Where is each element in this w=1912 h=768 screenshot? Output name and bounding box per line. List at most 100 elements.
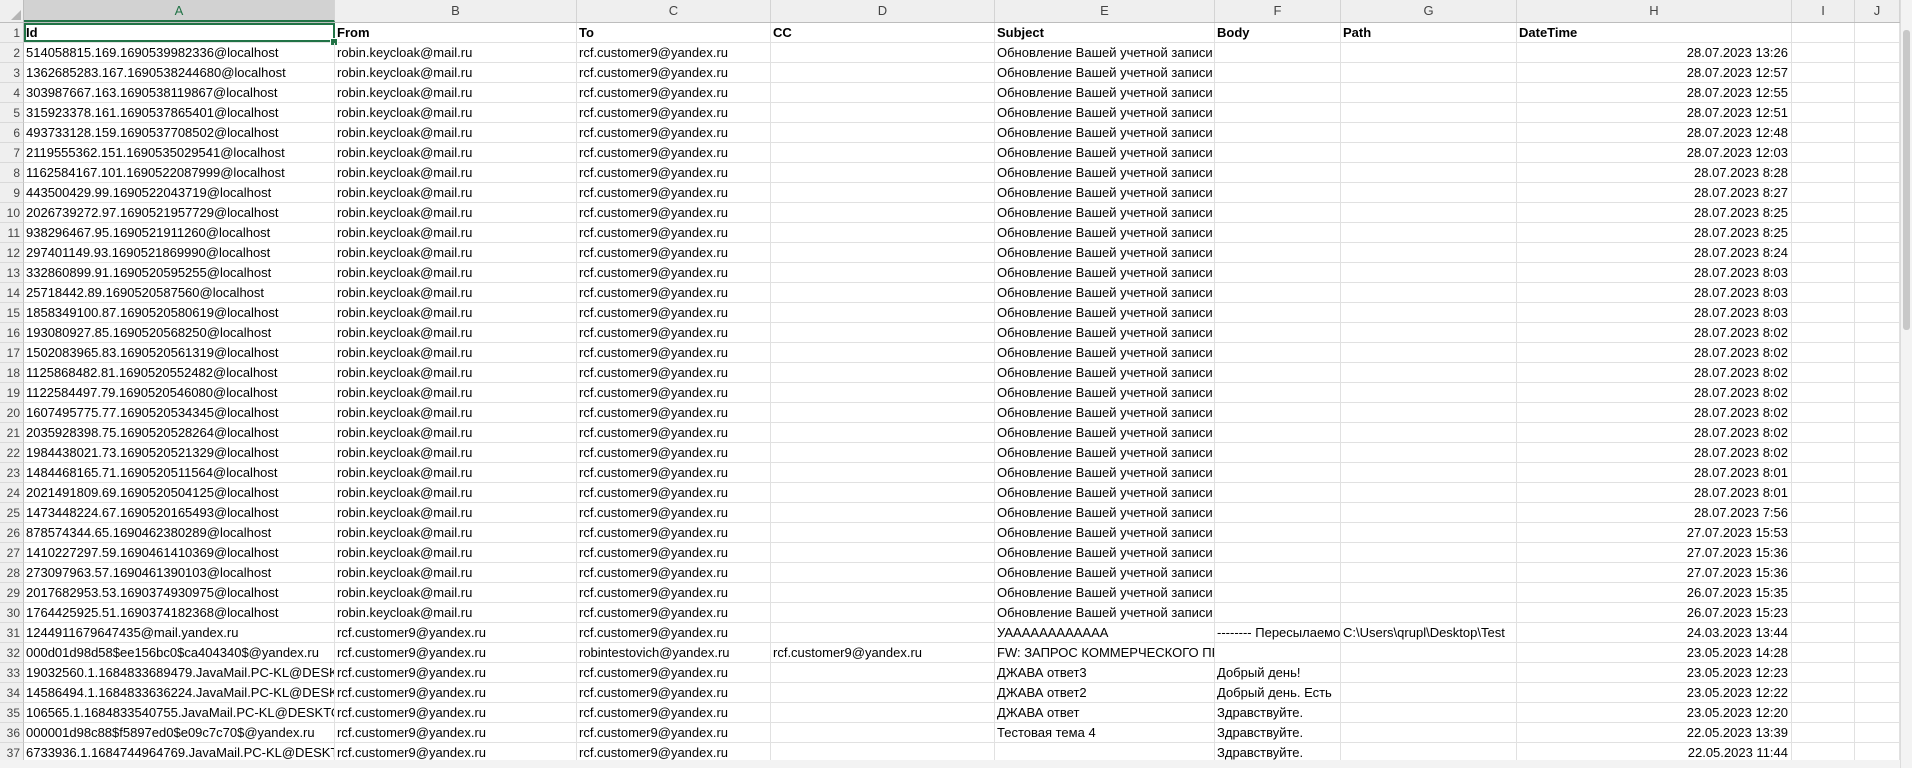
cell-a13[interactable]: 332860899.91.1690520595255@localhost — [24, 263, 335, 282]
cell-f33[interactable]: Добрый день! — [1215, 663, 1341, 682]
column-header-a[interactable]: A — [24, 0, 335, 22]
cell-c5[interactable]: rcf.customer9@yandex.ru — [577, 103, 771, 122]
row-header-26[interactable]: 26 — [0, 523, 24, 543]
cell-e18[interactable]: Обновление Вашей учетной записи — [995, 363, 1215, 382]
cell-d12[interactable] — [771, 243, 995, 262]
cell-b19[interactable]: robin.keycloak@mail.ru — [335, 383, 577, 402]
cell-g8[interactable] — [1341, 163, 1517, 182]
cell-g26[interactable] — [1341, 523, 1517, 542]
cell-c18[interactable]: rcf.customer9@yandex.ru — [577, 363, 771, 382]
cell-f15[interactable] — [1215, 303, 1341, 322]
column-header-g[interactable]: G — [1341, 0, 1517, 22]
cell-i4[interactable] — [1792, 83, 1855, 102]
cell-c14[interactable]: rcf.customer9@yandex.ru — [577, 283, 771, 302]
cell-g10[interactable] — [1341, 203, 1517, 222]
cell-j13[interactable] — [1855, 263, 1900, 282]
row-header-13[interactable]: 13 — [0, 263, 24, 283]
cell-c13[interactable]: rcf.customer9@yandex.ru — [577, 263, 771, 282]
cell-j19[interactable] — [1855, 383, 1900, 402]
cell-a33[interactable]: 19032560.1.1684833689479.JavaMail.PC-KL@… — [24, 663, 335, 682]
cell-c26[interactable]: rcf.customer9@yandex.ru — [577, 523, 771, 542]
cell-d26[interactable] — [771, 523, 995, 542]
cell-b30[interactable]: robin.keycloak@mail.ru — [335, 603, 577, 622]
column-header-j[interactable]: J — [1855, 0, 1900, 22]
cell-g6[interactable] — [1341, 123, 1517, 142]
cell-f16[interactable] — [1215, 323, 1341, 342]
cell-c36[interactable]: rcf.customer9@yandex.ru — [577, 723, 771, 742]
cell-j11[interactable] — [1855, 223, 1900, 242]
cell-j17[interactable] — [1855, 343, 1900, 362]
cell-g25[interactable] — [1341, 503, 1517, 522]
cell-d35[interactable] — [771, 703, 995, 722]
cell-c9[interactable]: rcf.customer9@yandex.ru — [577, 183, 771, 202]
cell-c12[interactable]: rcf.customer9@yandex.ru — [577, 243, 771, 262]
cell-d25[interactable] — [771, 503, 995, 522]
cell-g21[interactable] — [1341, 423, 1517, 442]
cell-c31[interactable]: rcf.customer9@yandex.ru — [577, 623, 771, 642]
cell-a17[interactable]: 1502083965.83.1690520561319@localhost — [24, 343, 335, 362]
cell-e22[interactable]: Обновление Вашей учетной записи — [995, 443, 1215, 462]
cell-i18[interactable] — [1792, 363, 1855, 382]
cell-h27[interactable]: 27.07.2023 15:36 — [1517, 543, 1792, 562]
cell-e26[interactable]: Обновление Вашей учетной записи — [995, 523, 1215, 542]
cell-h9[interactable]: 28.07.2023 8:27 — [1517, 183, 1792, 202]
horizontal-scrollbar[interactable] — [0, 760, 1900, 768]
cell-d22[interactable] — [771, 443, 995, 462]
cell-j26[interactable] — [1855, 523, 1900, 542]
cell-b14[interactable]: robin.keycloak@mail.ru — [335, 283, 577, 302]
cell-c15[interactable]: rcf.customer9@yandex.ru — [577, 303, 771, 322]
cell-i11[interactable] — [1792, 223, 1855, 242]
cell-h11[interactable]: 28.07.2023 8:25 — [1517, 223, 1792, 242]
cell-c11[interactable]: rcf.customer9@yandex.ru — [577, 223, 771, 242]
cell-g18[interactable] — [1341, 363, 1517, 382]
cell-h30[interactable]: 26.07.2023 15:23 — [1517, 603, 1792, 622]
row-header-9[interactable]: 9 — [0, 183, 24, 203]
vertical-scroll-thumb[interactable] — [1903, 30, 1910, 330]
cell-b6[interactable]: robin.keycloak@mail.ru — [335, 123, 577, 142]
cell-a18[interactable]: 1125868482.81.1690520552482@localhost — [24, 363, 335, 382]
cell-i7[interactable] — [1792, 143, 1855, 162]
cell-j18[interactable] — [1855, 363, 1900, 382]
cell-b10[interactable]: robin.keycloak@mail.ru — [335, 203, 577, 222]
cell-e29[interactable]: Обновление Вашей учетной записи — [995, 583, 1215, 602]
cell-b31[interactable]: rcf.customer9@yandex.ru — [335, 623, 577, 642]
row-header-27[interactable]: 27 — [0, 543, 24, 563]
cell-i22[interactable] — [1792, 443, 1855, 462]
cell-h15[interactable]: 28.07.2023 8:03 — [1517, 303, 1792, 322]
select-all-button[interactable] — [0, 0, 24, 22]
cell-g14[interactable] — [1341, 283, 1517, 302]
cell-g22[interactable] — [1341, 443, 1517, 462]
cell-h6[interactable]: 28.07.2023 12:48 — [1517, 123, 1792, 142]
cell-j12[interactable] — [1855, 243, 1900, 262]
cell-i26[interactable] — [1792, 523, 1855, 542]
cell-f17[interactable] — [1215, 343, 1341, 362]
cell-d30[interactable] — [771, 603, 995, 622]
cell-a15[interactable]: 1858349100.87.1690520580619@localhost — [24, 303, 335, 322]
cell-c4[interactable]: rcf.customer9@yandex.ru — [577, 83, 771, 102]
cell-h16[interactable]: 28.07.2023 8:02 — [1517, 323, 1792, 342]
cell-f5[interactable] — [1215, 103, 1341, 122]
cell-b25[interactable]: robin.keycloak@mail.ru — [335, 503, 577, 522]
cell-g28[interactable] — [1341, 563, 1517, 582]
row-header-21[interactable]: 21 — [0, 423, 24, 443]
cell-d8[interactable] — [771, 163, 995, 182]
row-header-7[interactable]: 7 — [0, 143, 24, 163]
cell-b32[interactable]: rcf.customer9@yandex.ru — [335, 643, 577, 662]
cell-j5[interactable] — [1855, 103, 1900, 122]
cell-c3[interactable]: rcf.customer9@yandex.ru — [577, 63, 771, 82]
cell-g9[interactable] — [1341, 183, 1517, 202]
cell-d5[interactable] — [771, 103, 995, 122]
cell-e21[interactable]: Обновление Вашей учетной записи — [995, 423, 1215, 442]
cell-g19[interactable] — [1341, 383, 1517, 402]
cell-j36[interactable] — [1855, 723, 1900, 742]
cell-g23[interactable] — [1341, 463, 1517, 482]
cell-i31[interactable] — [1792, 623, 1855, 642]
cell-h25[interactable]: 28.07.2023 7:56 — [1517, 503, 1792, 522]
cell-h35[interactable]: 23.05.2023 12:20 — [1517, 703, 1792, 722]
cell-a4[interactable]: 303987667.163.1690538119867@localhost — [24, 83, 335, 102]
cell-b28[interactable]: robin.keycloak@mail.ru — [335, 563, 577, 582]
column-header-f[interactable]: F — [1215, 0, 1341, 22]
row-header-2[interactable]: 2 — [0, 43, 24, 63]
cell-a8[interactable]: 1162584167.101.1690522087999@localhost — [24, 163, 335, 182]
cell-b20[interactable]: robin.keycloak@mail.ru — [335, 403, 577, 422]
